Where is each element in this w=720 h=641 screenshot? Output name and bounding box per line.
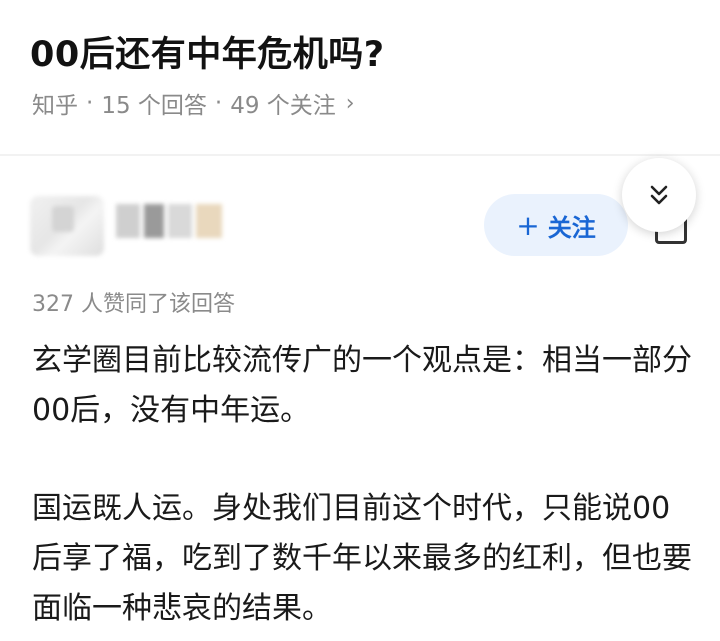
plus-icon: + (516, 208, 540, 242)
meta-separator: · (214, 90, 223, 116)
meta-separator: · (86, 90, 94, 116)
collapse-button[interactable] (622, 158, 696, 232)
double-chevron-down-icon (650, 185, 668, 205)
follower-count: 49 个关注 (230, 93, 336, 119)
answer-paragraph: 国运既人运。身处我们目前这个时代，只能说00后享了福，吃到了数千年以来最多的红利… (32, 491, 692, 626)
follow-label: 关注 (547, 213, 596, 242)
answer-count: 15 个回答 (101, 93, 207, 119)
chevron-right-icon: › (345, 90, 355, 116)
question-meta[interactable]: 知乎 · 15 个回答 · 49 个关注 › (32, 86, 355, 120)
answer-paragraph: 玄学圈目前比较流传广的一个观点是：相当一部分00后，没有中年运。 (32, 343, 692, 428)
question-title[interactable]: 00后还有中年危机吗? (30, 26, 385, 77)
divider (0, 154, 720, 156)
source-label: 知乎 (32, 93, 78, 119)
vote-info: 327 人赞同了该回答 (32, 292, 235, 317)
avatar[interactable] (30, 196, 104, 256)
author-name-blurred[interactable] (116, 204, 228, 238)
follow-button[interactable]: + 关注 (484, 194, 628, 256)
